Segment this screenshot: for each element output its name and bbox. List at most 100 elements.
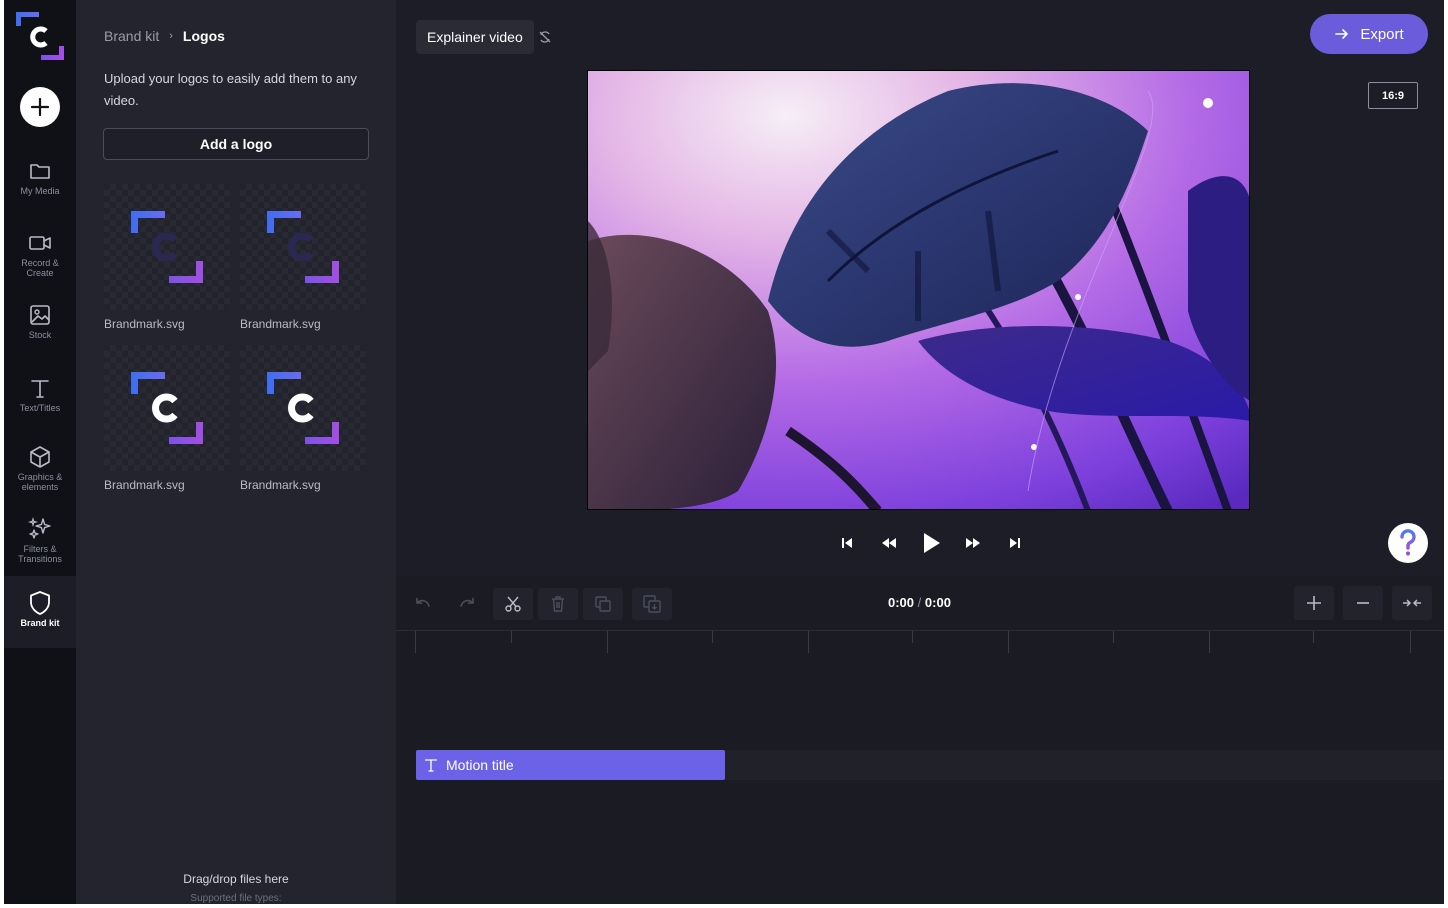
- detach-audio-button[interactable]: [632, 588, 672, 620]
- collapse-arrows-icon: [1403, 599, 1421, 607]
- logo-card[interactable]: Brandmark.svg: [240, 345, 366, 492]
- cube-icon: [27, 444, 53, 470]
- brand-kit-panel: Brand kit › Logos Upload your logos to e…: [76, 0, 396, 904]
- total-time: 0:00: [924, 595, 951, 610]
- fast-forward-button[interactable]: [952, 526, 994, 560]
- timecode: 0:00 / 0:00: [888, 595, 951, 610]
- rail-item-brand-kit[interactable]: Brand kit: [4, 576, 76, 648]
- video-preview[interactable]: [587, 70, 1250, 510]
- logo-file-name: Brandmark.svg: [240, 317, 321, 331]
- skip-back-icon: [842, 538, 852, 548]
- copy-down-icon: [643, 595, 661, 613]
- rail-item-label: Stock: [28, 330, 52, 340]
- fit-timeline-button[interactable]: [1392, 586, 1432, 620]
- add-logo-button[interactable]: Add a logo: [103, 128, 369, 160]
- rail-item-label: Record & Create: [21, 258, 59, 278]
- brandmark-logo-icon: [267, 211, 339, 283]
- timeline-toolbar: 0:00 / 0:00: [396, 576, 1444, 631]
- plus-icon: [30, 97, 50, 117]
- skip-to-end-button[interactable]: [994, 526, 1036, 560]
- duplicate-icon: [595, 596, 611, 612]
- scissors-icon: [505, 596, 521, 612]
- help-button[interactable]: [1388, 523, 1428, 563]
- redo-icon: [460, 597, 474, 607]
- plant-photo-image: [588, 71, 1249, 509]
- sync-off-icon[interactable]: [538, 30, 552, 44]
- playback-controls: [826, 526, 1036, 560]
- delete-button[interactable]: [538, 588, 578, 620]
- rail-item-label: Filters & Transitions: [18, 544, 62, 564]
- logo-card[interactable]: Brandmark.svg: [240, 184, 366, 331]
- create-new-button[interactable]: [20, 87, 60, 127]
- logo-file-name: Brandmark.svg: [104, 478, 185, 492]
- redo-button[interactable]: [447, 588, 487, 620]
- app-window: My Media Record & Create Stock Text/Titl…: [4, 0, 1444, 904]
- rewind-button[interactable]: [868, 526, 910, 560]
- question-mark-icon: [1400, 529, 1416, 556]
- rail-item-label: My Media: [20, 186, 60, 196]
- timeline: 0:00 / 0:00 Motion title: [396, 576, 1444, 904]
- brandmark-logo-icon: [267, 372, 339, 444]
- chevron-right-icon: ›: [169, 30, 173, 42]
- fast-forward-icon: [966, 538, 980, 548]
- minus-icon: [1357, 602, 1369, 604]
- drop-zone-hint: Drag/drop files here: [183, 872, 289, 886]
- duplicate-button[interactable]: [583, 588, 623, 620]
- clipchamp-logo-icon[interactable]: [16, 12, 64, 60]
- timeline-ruler[interactable]: [396, 631, 1444, 653]
- logo-thumbnail: [240, 345, 366, 471]
- brandmark-logo-icon: [131, 211, 203, 283]
- rail-item-label: Graphics & elements: [17, 472, 63, 492]
- shield-icon: [27, 590, 53, 616]
- rail-item-label: Text/Titles: [19, 403, 61, 413]
- motion-title-clip[interactable]: Motion title: [416, 750, 725, 780]
- skip-to-start-button[interactable]: [826, 526, 868, 560]
- rail-item-record-create[interactable]: Record & Create: [4, 230, 76, 284]
- split-button[interactable]: [493, 588, 533, 620]
- export-label: Export: [1360, 25, 1404, 43]
- rail-item-filters-transitions[interactable]: Filters & Transitions: [4, 516, 76, 572]
- logo-file-name: Brandmark.svg: [240, 478, 321, 492]
- play-button[interactable]: [910, 526, 952, 560]
- skip-forward-icon: [1010, 538, 1020, 548]
- rail-item-my-media[interactable]: My Media: [4, 158, 76, 208]
- time-separator: /: [917, 595, 922, 610]
- project-name-field[interactable]: Explainer video: [416, 20, 534, 54]
- brandmark-logo-icon: [131, 372, 203, 444]
- rail-item-label: Brand kit: [20, 618, 60, 628]
- breadcrumb-logos: Logos: [182, 28, 225, 44]
- panel-description: Upload your logos to easily add them to …: [104, 71, 357, 108]
- preview-stage: Explainer video Export 16:9: [396, 0, 1444, 576]
- text-icon: [27, 375, 53, 401]
- undo-icon: [416, 597, 430, 607]
- supported-file-types: Supported file types:: [190, 893, 282, 904]
- zoom-in-button[interactable]: [1294, 586, 1334, 620]
- clip-label: Motion title: [446, 757, 514, 773]
- aspect-ratio-button[interactable]: 16:9: [1368, 82, 1418, 109]
- logo-file-name: Brandmark.svg: [104, 317, 185, 331]
- sparkles-icon: [27, 516, 53, 542]
- rail-item-graphics-elements[interactable]: Graphics & elements: [4, 444, 76, 498]
- undo-button[interactable]: [403, 588, 443, 620]
- text-icon: [424, 759, 438, 772]
- logo-thumbnail: [104, 345, 230, 471]
- export-button[interactable]: Export: [1310, 14, 1428, 54]
- breadcrumb-brand-kit[interactable]: Brand kit: [104, 28, 159, 44]
- rewind-icon: [882, 538, 896, 548]
- trash-icon: [552, 596, 564, 612]
- logo-card[interactable]: Brandmark.svg: [104, 184, 230, 331]
- arrow-right-icon: [1335, 29, 1349, 39]
- image-icon: [27, 302, 53, 328]
- current-time: 0:00: [888, 595, 915, 610]
- rail-item-text-titles[interactable]: Text/Titles: [4, 375, 76, 425]
- video-camera-icon: [27, 230, 53, 256]
- logo-thumbnail: [104, 184, 230, 310]
- plus-icon: [1307, 596, 1321, 610]
- play-icon: [924, 533, 940, 553]
- logo-card[interactable]: Brandmark.svg: [104, 345, 230, 492]
- folder-icon: [27, 158, 53, 184]
- zoom-out-button[interactable]: [1343, 586, 1383, 620]
- breadcrumb: Brand kit › Logos: [104, 28, 225, 44]
- rail-item-stock[interactable]: Stock: [4, 302, 76, 352]
- logo-thumbnail: [240, 184, 366, 310]
